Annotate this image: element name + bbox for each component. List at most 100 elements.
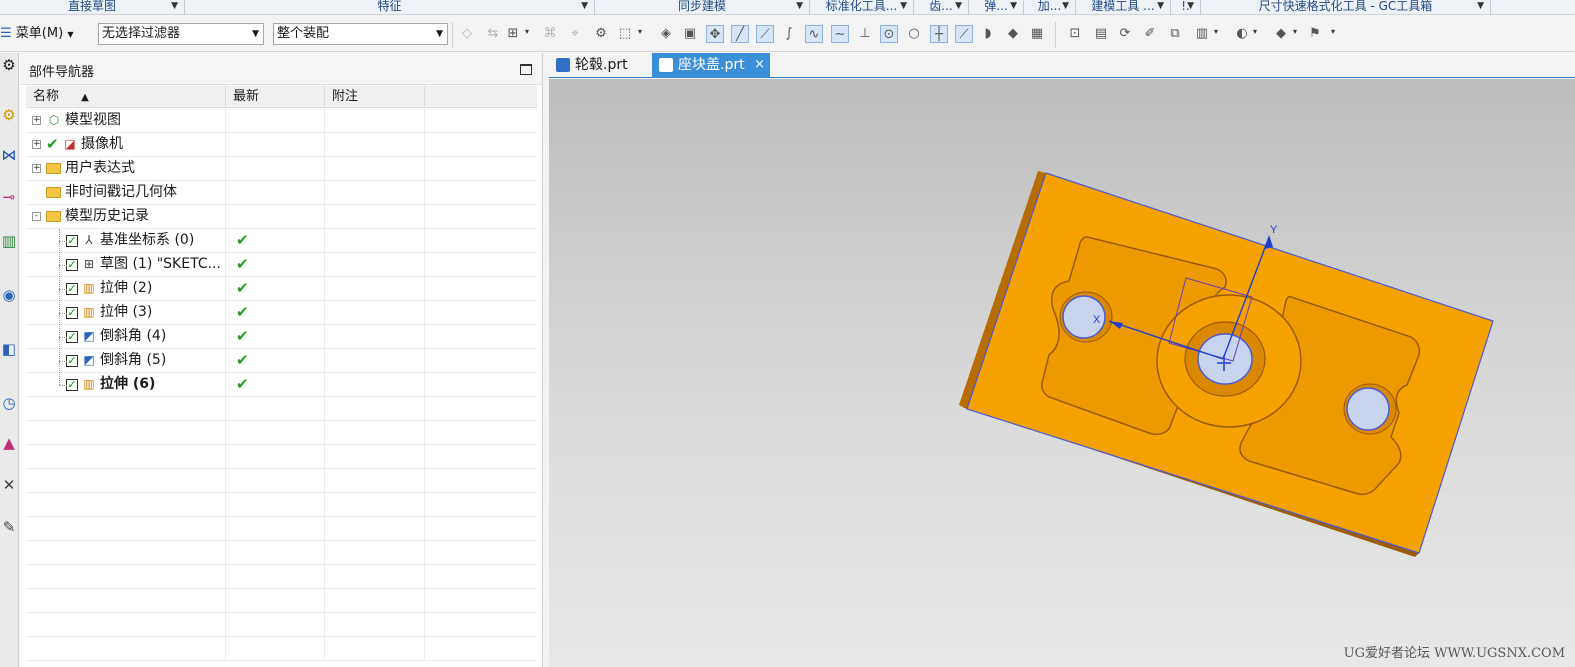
spline-icon[interactable]: ∿: [805, 25, 823, 43]
tree-row[interactable]: ✓ ▥ 拉伸 (2) ✔: [26, 277, 537, 301]
move-face-icon[interactable]: ⇆: [484, 25, 502, 43]
chevron-down-icon[interactable]: ▾: [1253, 27, 1257, 36]
chevron-down-icon[interactable]: ▼: [1157, 0, 1164, 13]
tree-row[interactable]: ✓ ⊞ 草图 (1) "SKETC... ✔: [26, 253, 537, 277]
collapse-icon[interactable]: -: [32, 212, 41, 221]
edit-icon[interactable]: ✐: [1141, 25, 1159, 43]
layer-icon[interactable]: ▤: [1092, 25, 1110, 43]
chevron-down-icon[interactable]: ▼: [581, 0, 588, 13]
visibility-checkbox[interactable]: ✓: [66, 379, 78, 391]
settings-gear-icon[interactable]: ⚙: [592, 25, 610, 43]
box-select-icon[interactable]: ⬚: [616, 25, 634, 43]
tree-row[interactable]: + ⬡ 模型视图: [26, 109, 537, 133]
visibility-checkbox[interactable]: ✓: [66, 259, 78, 271]
roles-icon[interactable]: ✕: [0, 473, 18, 497]
chevron-down-icon[interactable]: ▼: [1062, 0, 1069, 13]
point-icon[interactable]: ⊞: [504, 25, 522, 43]
chevron-down-icon[interactable]: ▼: [900, 0, 907, 13]
ribbon-group-9[interactable]: 尺寸快速格式化工具 - GC工具箱 ▼: [1201, 0, 1491, 15]
visibility-checkbox[interactable]: ✓: [66, 283, 78, 295]
chevron-down-icon[interactable]: ▼: [1010, 0, 1017, 13]
chevron-down-icon[interactable]: ▾: [525, 27, 529, 36]
circle-icon[interactable]: ○: [905, 25, 923, 43]
tree-row[interactable]: ✓ ◩ 倒斜角 (5) ✔: [26, 349, 537, 373]
render-icon[interactable]: ◐: [1233, 25, 1251, 43]
reuse-library-icon[interactable]: ▥: [0, 229, 18, 253]
fit-view-icon[interactable]: ⊡: [1066, 25, 1084, 43]
wave-icon[interactable]: ∼: [831, 25, 849, 43]
chevron-down-icon[interactable]: ▾: [1331, 27, 1335, 36]
history-icon[interactable]: ◧: [0, 337, 18, 361]
tab-hub-prt[interactable]: 轮毂.prt: [549, 53, 651, 78]
visible-check-icon[interactable]: ✔: [46, 135, 59, 153]
chevron-down-icon[interactable]: ▼: [796, 0, 803, 13]
curve-icon[interactable]: ∫: [780, 25, 798, 43]
pattern-icon[interactable]: ⌘: [541, 25, 559, 43]
ribbon-group-7[interactable]: 建模工具 ... ▼: [1076, 0, 1171, 15]
line-icon[interactable]: ╱: [731, 25, 749, 43]
assembly-navigator-icon[interactable]: ⚙: [0, 103, 18, 127]
ribbon-group-0[interactable]: 直接草图 ▼: [0, 0, 185, 15]
tree-row[interactable]: 非时间戳记几何体: [26, 181, 537, 205]
material-icon[interactable]: ◆: [1004, 25, 1022, 43]
close-icon[interactable]: ×: [754, 53, 765, 77]
web-browser-icon[interactable]: ◉: [0, 283, 18, 307]
ribbon-group-1[interactable]: 特征 ▼: [185, 0, 595, 15]
rotate-icon[interactable]: ⟳: [1116, 25, 1134, 43]
tree-row[interactable]: ✓ ▥ 拉伸 (3) ✔: [26, 301, 537, 325]
visualization-icon[interactable]: ▲: [0, 431, 18, 455]
tab-seat-cover-prt[interactable]: 座块盖.prt ×: [652, 53, 770, 78]
tree-row[interactable]: ✓ ◩ 倒斜角 (4) ✔: [26, 325, 537, 349]
angle-icon[interactable]: ⟋: [955, 25, 973, 43]
perpendicular-icon[interactable]: ⊥: [856, 25, 874, 43]
chevron-down-icon[interactable]: ▼: [955, 0, 962, 13]
ribbon-group-4[interactable]: 齿... ▼: [914, 0, 969, 15]
visibility-checkbox[interactable]: ✓: [66, 235, 78, 247]
column-header-latest[interactable]: 最新: [226, 86, 325, 108]
chevron-down-icon[interactable]: ▼: [171, 0, 178, 13]
tree-row[interactable]: ✓ ⅄ 基准坐标系 (0) ✔: [26, 229, 537, 253]
chevron-down-icon[interactable]: ▼: [1477, 0, 1484, 13]
settings-icon[interactable]: ⚙: [0, 53, 18, 77]
ribbon-group-2[interactable]: 同步建模 ▼: [595, 0, 810, 15]
part-navigator-icon[interactable]: ⊸: [0, 185, 18, 209]
visibility-checkbox[interactable]: ✓: [66, 307, 78, 319]
snap-point-icon[interactable]: ✥: [706, 25, 724, 43]
ribbon-group-6[interactable]: 加... ▼: [1024, 0, 1076, 15]
maximize-icon[interactable]: [520, 64, 532, 75]
tree-row[interactable]: + ✔ ◪ 摄像机: [26, 133, 537, 157]
ribbon-group-8[interactable]: !. ▼: [1171, 0, 1201, 15]
chevron-down-icon[interactable]: ▼: [1187, 0, 1194, 13]
system-materials-icon[interactable]: ✎: [0, 515, 18, 539]
clock-icon[interactable]: ◷: [0, 391, 18, 415]
tangent-icon[interactable]: ⟋: [756, 25, 774, 43]
selection-scope-dropdown[interactable]: 整个装配 ▼: [273, 23, 448, 45]
visibility-checkbox[interactable]: ✓: [66, 355, 78, 367]
selection-filter-dropdown[interactable]: 无选择过滤器 ▼: [98, 23, 264, 45]
center-icon[interactable]: ⊙: [880, 25, 898, 43]
flag-icon[interactable]: ⚑: [1306, 25, 1324, 43]
constraint-navigator-icon[interactable]: ⋈: [0, 143, 18, 167]
shaded-icon[interactable]: ▣: [681, 25, 699, 43]
chevron-down-icon[interactable]: ▾: [638, 27, 642, 36]
crosshair-icon[interactable]: ┼: [930, 25, 948, 43]
cube-icon[interactable]: ◆: [1272, 25, 1290, 43]
grid-icon[interactable]: ▦: [1028, 25, 1046, 43]
menu-button[interactable]: ☰ 菜单(M) ▼: [0, 24, 73, 44]
column-header-notes[interactable]: 附注: [325, 86, 425, 108]
copy-icon[interactable]: ⧉: [1166, 25, 1184, 43]
ribbon-group-3[interactable]: 标准化工具... ▼: [810, 0, 914, 15]
tree-row[interactable]: + 用户表达式: [26, 157, 537, 181]
expand-icon[interactable]: +: [32, 116, 41, 125]
chevron-down-icon[interactable]: ▾: [1293, 27, 1297, 36]
expand-icon[interactable]: +: [32, 140, 41, 149]
tree-row[interactable]: - 模型历史记录: [26, 205, 537, 229]
column-header-name[interactable]: 名称 ▲: [26, 86, 226, 108]
expand-icon[interactable]: +: [32, 164, 41, 173]
visibility-checkbox[interactable]: ✓: [66, 331, 78, 343]
table-icon[interactable]: ▥: [1193, 25, 1211, 43]
ribbon-group-5[interactable]: 弹... ▼: [969, 0, 1024, 15]
feature-icon[interactable]: ◇: [458, 25, 476, 43]
tree-row[interactable]: ✓ ▥ 拉伸 (6) ✔: [26, 373, 537, 397]
offset-icon[interactable]: ⌖: [566, 25, 584, 43]
